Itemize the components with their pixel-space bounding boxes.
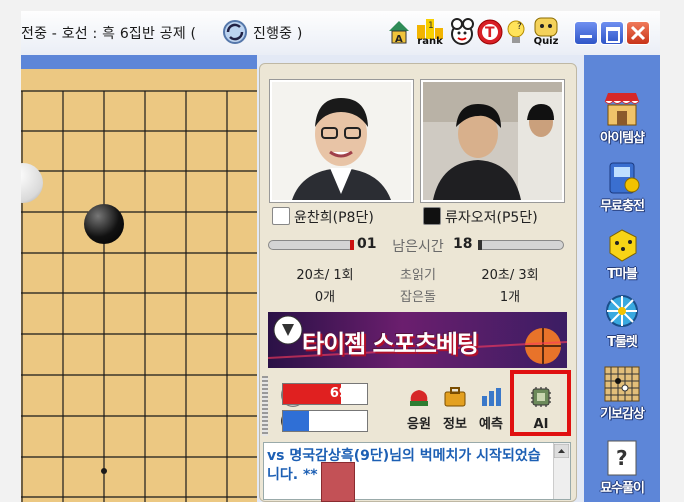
sidebar-item-item-shop[interactable]: 아이템샵 xyxy=(584,87,660,149)
chat-log[interactable]: vs 명국감상흑(9단)님의 벅메치가 시작되었습니다. ** xyxy=(263,442,571,500)
predict-icon xyxy=(482,388,501,406)
sidebar-item-label: 묘수풀이 xyxy=(600,481,645,496)
maximize-button[interactable] xyxy=(600,21,624,45)
svg-text:T: T xyxy=(485,25,495,41)
white-player-photo xyxy=(270,80,413,202)
sidebar-item-t-marble[interactable]: T마블 xyxy=(584,223,660,285)
black-stone xyxy=(84,204,124,244)
byoyomi-label: 초읽기 xyxy=(400,268,436,283)
t-coin-icon[interactable]: T xyxy=(477,17,503,47)
black-time-marker xyxy=(478,240,482,250)
white-player-name-row: 윤찬희(P8단) xyxy=(272,207,374,229)
ai-label: AI xyxy=(533,417,549,432)
black-win-percent: 31% xyxy=(329,413,361,428)
cheer-label: 응원 xyxy=(407,417,431,432)
app-window: 전중 - 호선 : 흑 6집반 공제 ( 진행중 ) A 1 rank T ? … xyxy=(21,11,660,502)
problem-solving-icon: ? xyxy=(607,440,637,476)
sidebar-item-label: 기보감상 xyxy=(600,407,645,422)
black-remaining: 18 xyxy=(453,236,473,252)
info-button[interactable]: 정보 xyxy=(438,380,472,436)
svg-text:?: ? xyxy=(517,22,522,32)
info-label: 정보 xyxy=(443,417,467,432)
black-player-name-row: 류자오저(P5단) xyxy=(423,207,538,229)
cheer-icon xyxy=(410,390,428,406)
sidebar-item-label: T룰렛 xyxy=(607,335,638,350)
white-captured: 0개 xyxy=(314,290,336,305)
selection-cursor xyxy=(321,462,355,502)
sidebar: 아이템샵 무료충전 T마블 T룰렛 기보감상 ? 묘수풀이 xyxy=(584,55,660,502)
lightbulb-icon[interactable]: ? xyxy=(505,17,527,47)
maximize-icon xyxy=(606,27,620,43)
cheer-button[interactable]: 응원 xyxy=(402,380,436,436)
player-card: 윤찬희(P8단) 류자오저(P5단) 01 남은시간 18 20초/ 1회 초읽… xyxy=(259,63,577,502)
info-icon xyxy=(444,387,466,407)
ai-button[interactable]: AI xyxy=(524,380,558,436)
white-byoyomi: 20초/ 1회 xyxy=(296,268,354,283)
home-icon[interactable]: A xyxy=(387,17,411,47)
game-record-icon xyxy=(604,366,640,402)
minimize-icon xyxy=(580,35,592,38)
sidebar-item-label: 아이템샵 xyxy=(600,131,645,146)
close-button[interactable] xyxy=(626,21,650,45)
black-win-bar: 31% xyxy=(282,410,368,432)
window-title-tail: 진행중 ) xyxy=(253,26,303,42)
t-roulette-icon xyxy=(606,295,638,327)
window-title: 전중 - 호선 : 흑 6집반 공제 ( xyxy=(21,26,197,42)
item-shop-icon xyxy=(604,93,640,126)
go-board[interactable] xyxy=(21,69,257,502)
close-icon xyxy=(630,25,646,41)
white-player-name: 윤찬희(P8단) xyxy=(294,210,374,226)
black-player-portrait xyxy=(423,82,562,200)
rank-label: rank xyxy=(417,36,443,47)
banner-text: 타이젬 스포츠베팅 xyxy=(302,330,479,358)
svg-text:1: 1 xyxy=(428,21,434,31)
sidebar-item-problem-solving[interactable]: ? 묘수풀이 xyxy=(584,437,660,499)
svg-text:A: A xyxy=(395,34,403,45)
mascot-icon[interactable] xyxy=(449,17,475,47)
panel-splitter[interactable] xyxy=(262,376,268,436)
white-stone-icon xyxy=(272,207,290,225)
quiz-head-icon xyxy=(534,17,558,37)
black-player-name: 류자오저(P5단) xyxy=(445,210,538,226)
chat-scrollbar[interactable] xyxy=(553,443,570,499)
white-time-marker xyxy=(350,240,354,250)
title-bar: 전중 - 호선 : 흑 6집반 공제 ( 진행중 ) A 1 rank T ? … xyxy=(21,11,660,55)
sidebar-item-label: T마블 xyxy=(607,267,638,282)
board-grid xyxy=(21,90,257,502)
captured-label: 잡은돌 xyxy=(400,290,436,305)
quiz-icon[interactable]: Quiz xyxy=(531,17,561,47)
free-charge-icon xyxy=(609,162,640,194)
white-time-bar xyxy=(268,240,354,250)
scroll-up-icon[interactable] xyxy=(553,443,570,459)
game-info-panel: 윤찬희(P8단) 류자오저(P5단) 01 남은시간 18 20초/ 1회 초읽… xyxy=(257,55,584,502)
white-player-portrait xyxy=(272,82,411,200)
loading-spinner-icon xyxy=(223,20,247,44)
minimize-button[interactable] xyxy=(574,21,598,45)
black-stone-icon xyxy=(423,207,441,225)
sidebar-item-game-record[interactable]: 기보감상 xyxy=(584,363,660,425)
star-point xyxy=(101,468,107,474)
white-win-bar: 69% xyxy=(282,383,368,405)
black-player-photo xyxy=(421,80,564,202)
rank-icon[interactable]: 1 rank xyxy=(414,17,446,47)
black-byoyomi: 20초/ 3회 xyxy=(481,268,539,283)
white-remaining: 01 xyxy=(357,236,377,252)
remaining-time-label: 남은시간 xyxy=(392,239,444,255)
sidebar-item-free-charge[interactable]: 무료충전 xyxy=(584,155,660,217)
predict-label: 예측 xyxy=(479,417,503,432)
predict-button[interactable]: 예측 xyxy=(474,380,508,436)
sidebar-item-label: 무료충전 xyxy=(600,199,645,214)
chat-message: vs 명국감상흑(9단)님의 벅메치가 시작되었습니다. ** xyxy=(267,448,541,483)
t-marble-dice-icon xyxy=(609,229,637,262)
white-win-percent: 69% xyxy=(329,386,361,401)
ad-banner[interactable]: 타이젬 스포츠베팅 xyxy=(268,312,567,368)
sidebar-item-t-roulette[interactable]: T룰렛 xyxy=(584,291,660,353)
black-win-fill xyxy=(283,411,310,431)
black-time-bar xyxy=(478,240,564,250)
black-captured: 1개 xyxy=(499,290,521,305)
ai-chip-icon xyxy=(531,387,551,407)
svg-text:?: ? xyxy=(616,446,628,470)
quiz-label: Quiz xyxy=(533,36,559,47)
